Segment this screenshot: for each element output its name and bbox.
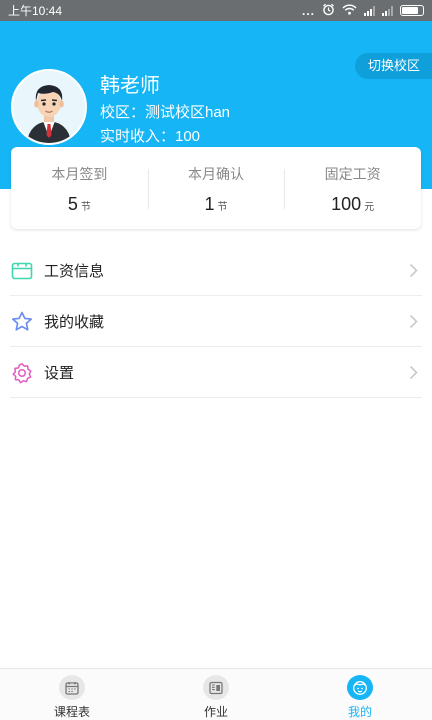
- stat-value-wrapper: 100 元: [284, 194, 421, 215]
- alarm-icon: [322, 3, 335, 19]
- tab-label: 我的: [347, 705, 372, 719]
- stats-card: 本月签到 5节 本月确认 1节 固定工资 100 元: [11, 147, 421, 229]
- tab-mine[interactable]: 我的: [288, 669, 432, 720]
- wifi-icon: [342, 4, 357, 18]
- stat-value: 1: [204, 194, 215, 214]
- menu-item-settings[interactable]: 设置: [0, 347, 432, 398]
- chevron-right-icon: [406, 314, 420, 329]
- menu-label: 我的收藏: [44, 314, 105, 331]
- bottom-tab-bar: 课程表 作业 我的: [0, 668, 432, 720]
- signal-icon: [364, 5, 375, 16]
- wallet-icon: [9, 258, 35, 284]
- calendar-icon: [59, 675, 85, 700]
- stat-value-wrapper: 5节: [11, 194, 148, 215]
- teacher-name: 韩老师: [100, 75, 160, 97]
- tab-label: 作业: [203, 705, 228, 719]
- status-icons: ...: [302, 3, 424, 19]
- menu-label: 工资信息: [44, 263, 105, 280]
- menu-item-salary[interactable]: 工资信息: [0, 245, 432, 296]
- status-bar: 上午10:44 ...: [0, 0, 432, 21]
- campus-info: 校区：测试校区han: [100, 104, 231, 121]
- stat-monthly-confirm[interactable]: 本月确认 1节: [147, 147, 285, 229]
- stat-monthly-checkin[interactable]: 本月签到 5节: [11, 147, 148, 229]
- switch-campus-button[interactable]: 切换校区: [354, 53, 432, 79]
- stat-label: 本月确认: [188, 166, 244, 182]
- menu-list: 工资信息 我的收藏 设置: [0, 245, 432, 398]
- stat-unit: 节: [217, 202, 228, 213]
- tab-homework[interactable]: 作业: [144, 669, 288, 720]
- menu-item-favorites[interactable]: 我的收藏: [0, 296, 432, 347]
- gear-icon: [9, 360, 35, 386]
- stat-unit: 元: [364, 202, 375, 213]
- stat-label: 固定工资: [324, 166, 381, 182]
- stat-value: 5: [67, 194, 78, 214]
- tab-schedule[interactable]: 课程表: [0, 669, 144, 720]
- income-info: 实时收入：100: [100, 128, 201, 145]
- battery-icon: [400, 5, 424, 16]
- status-time: 上午10:44: [8, 4, 63, 18]
- stat-value: 100: [331, 194, 362, 214]
- tab-label: 课程表: [53, 705, 90, 719]
- more-dots-icon: ...: [301, 3, 315, 18]
- stat-label: 本月签到: [51, 166, 108, 182]
- chevron-right-icon: [406, 365, 420, 380]
- stat-value-wrapper: 1节: [148, 194, 285, 215]
- profile-icon: [347, 675, 373, 700]
- stat-fixed-salary[interactable]: 固定工资 100 元: [284, 147, 421, 229]
- chevron-right-icon: [406, 263, 420, 278]
- homework-icon: [203, 675, 229, 700]
- avatar[interactable]: [11, 69, 87, 145]
- signal-icon-2: [382, 5, 393, 16]
- menu-label: 设置: [44, 365, 75, 382]
- star-icon: [9, 309, 35, 335]
- stat-unit: 节: [80, 202, 91, 213]
